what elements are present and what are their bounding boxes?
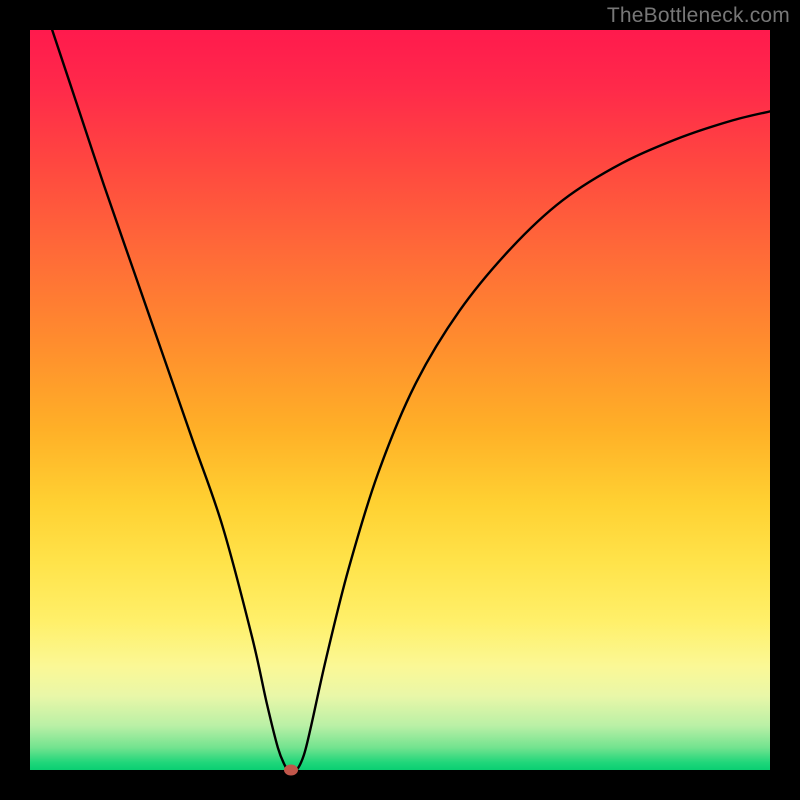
bottleneck-curve [52, 30, 770, 770]
plot-area [30, 30, 770, 770]
watermark-label: TheBottleneck.com [607, 4, 790, 28]
optimum-marker [284, 765, 298, 776]
chart-frame: TheBottleneck.com [0, 0, 800, 800]
curve-svg [30, 30, 770, 770]
